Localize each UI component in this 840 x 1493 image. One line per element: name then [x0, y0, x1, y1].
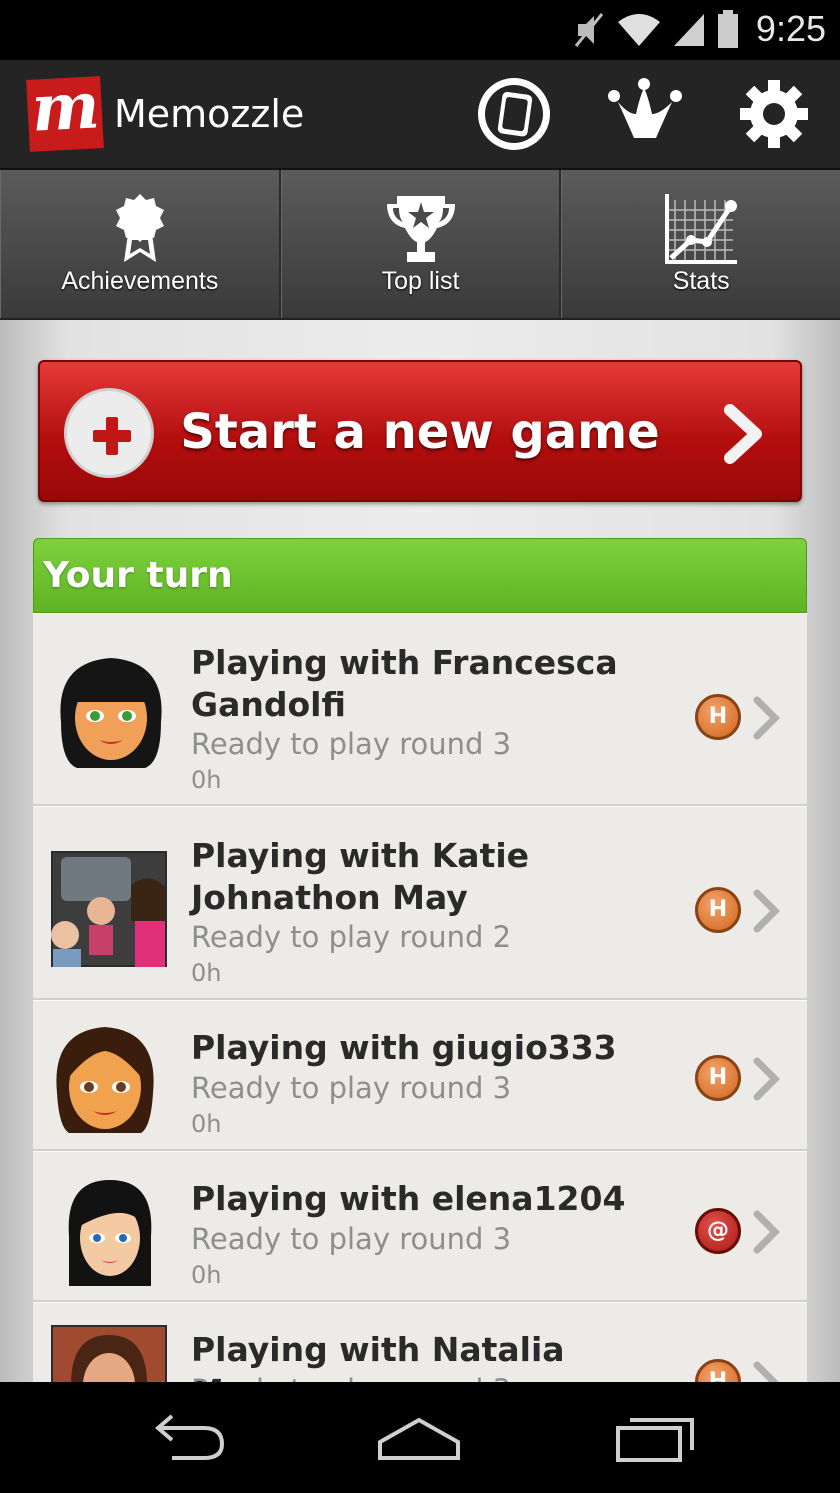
game-mode-badge: H [695, 887, 741, 933]
avatar [68, 1180, 152, 1286]
cell-signal-icon [674, 14, 704, 46]
game-status: Ready to play round 3 [191, 1071, 512, 1105]
game-time: 0h [191, 766, 222, 794]
settings-gear-icon[interactable] [734, 74, 814, 154]
tab-stats[interactable]: Stats [561, 170, 840, 318]
chevron-right-icon [753, 1057, 780, 1101]
cards-icon[interactable] [474, 74, 554, 154]
game-row[interactable]: Playing with Francesca Gandolfi Ready to… [33, 613, 807, 806]
tab-stats-label: Stats [672, 267, 730, 295]
game-title: Playing with elena1204 [191, 1179, 626, 1218]
chevron-right-icon [753, 696, 780, 740]
your-turn-header: Your turn [33, 538, 807, 613]
system-nav-bar [0, 1382, 840, 1493]
action-bar: m Memozzle [0, 60, 840, 170]
chevron-right-icon [724, 404, 762, 464]
game-row[interactable]: Playing with Natalia Marco Ready to play… [33, 1302, 807, 1382]
game-time: 0h [191, 1110, 222, 1138]
game-mode-badge: @ [695, 1208, 741, 1254]
status-icons [572, 10, 740, 50]
line-chart-icon [665, 194, 738, 264]
tab-achievements[interactable]: Achievements [0, 170, 281, 318]
game-title: Playing with Francesca Gandolfi [191, 643, 618, 724]
app-logo-letter: m [29, 68, 102, 147]
avatar-photo [51, 1325, 167, 1382]
recent-apps-icon[interactable] [610, 1410, 700, 1466]
main-content: Start a new game Your turn Playing with … [0, 320, 840, 1382]
chevron-right-icon [753, 889, 780, 933]
back-icon[interactable] [142, 1410, 232, 1466]
battery-icon [718, 10, 738, 48]
your-turn-title: Your turn [43, 555, 233, 596]
avatar-photo [51, 851, 167, 967]
game-row[interactable]: Playing with giugio333 Ready to play rou… [33, 1000, 807, 1151]
tab-achievements-label: Achievements [61, 267, 219, 295]
game-mode-badge: H [695, 1055, 741, 1101]
avatar [56, 1027, 154, 1133]
game-status: Ready to play round 2 [191, 920, 512, 954]
app-logo: m [26, 68, 104, 152]
tab-strip: Achievements Top list Stats [0, 170, 840, 320]
award-ribbon-icon [115, 194, 164, 262]
jester-hat-icon[interactable] [604, 74, 684, 154]
game-status: Ready to play round 3 [191, 1222, 512, 1256]
home-icon[interactable] [374, 1410, 464, 1466]
your-turn-panel: Your turn Playing with Francesca Gandolf… [33, 538, 807, 1382]
trophy-icon [386, 196, 455, 262]
game-title: Playing with giugio333 [191, 1028, 617, 1067]
tab-top-list[interactable]: Top list [280, 170, 562, 318]
tab-top-list-label: Top list [381, 267, 460, 295]
game-mode-badge: H [695, 1359, 741, 1382]
mute-icon [574, 13, 604, 47]
game-mode-badge: H [695, 694, 741, 740]
game-row[interactable]: Playing with Katie Johnathon May Ready t… [33, 806, 807, 1000]
chevron-right-icon [753, 1361, 779, 1382]
game-time: 0h [191, 1261, 222, 1289]
game-time: 0h [191, 959, 222, 987]
status-bar: 9:25 [0, 0, 840, 60]
start-new-game-label: Start a new game [180, 404, 660, 460]
avatar [60, 658, 162, 768]
game-title: Playing with Katie Johnathon May [191, 836, 530, 917]
game-status: Ready to play round 3 [191, 727, 512, 761]
game-status: Ready to play round 3 [191, 1373, 511, 1382]
game-row[interactable]: Playing with elena1204 Ready to play rou… [33, 1151, 807, 1302]
clock: 9:25 [755, 8, 826, 49]
start-new-game-button[interactable]: Start a new game [38, 360, 802, 502]
app-title: Memozzle [114, 92, 305, 136]
chevron-right-icon [753, 1210, 780, 1254]
wifi-icon [618, 14, 660, 46]
